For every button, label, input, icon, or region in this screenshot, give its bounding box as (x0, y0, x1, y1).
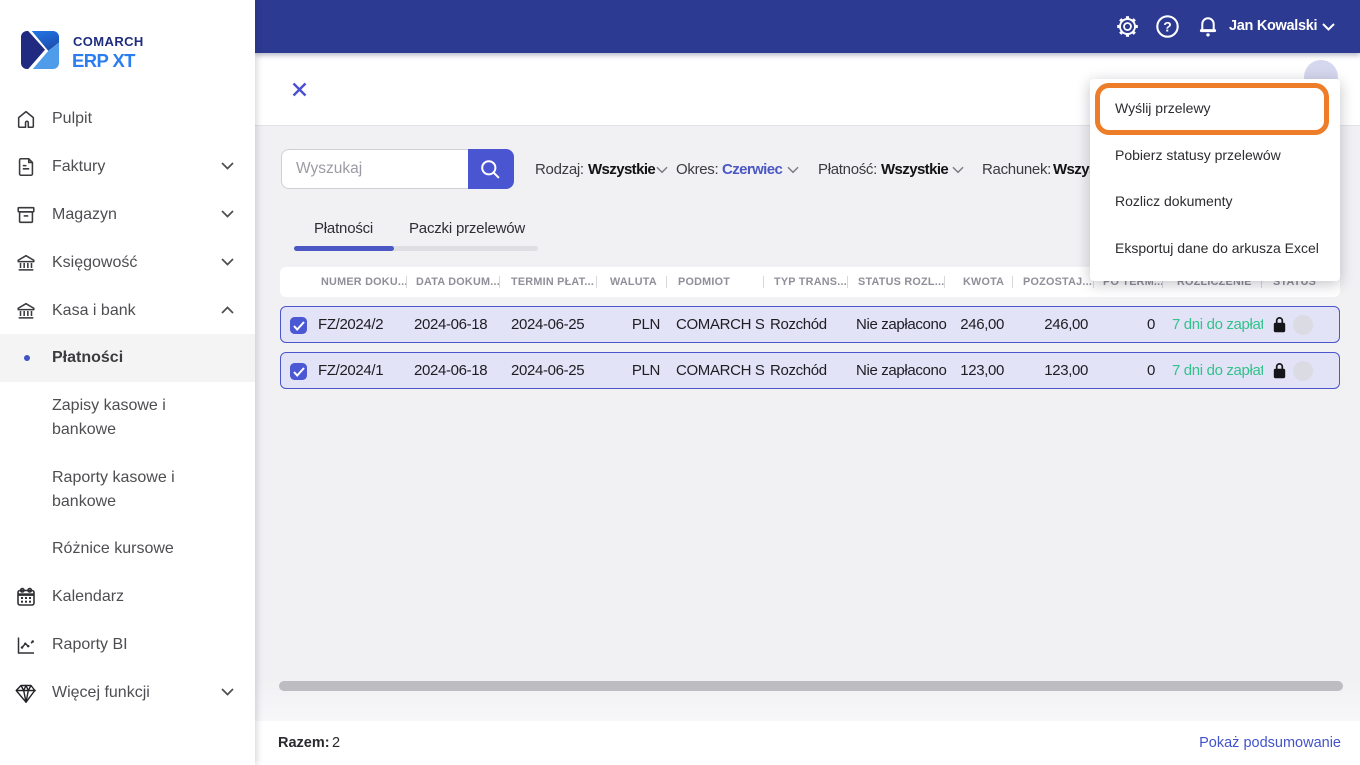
svg-text:?: ? (1163, 18, 1172, 34)
